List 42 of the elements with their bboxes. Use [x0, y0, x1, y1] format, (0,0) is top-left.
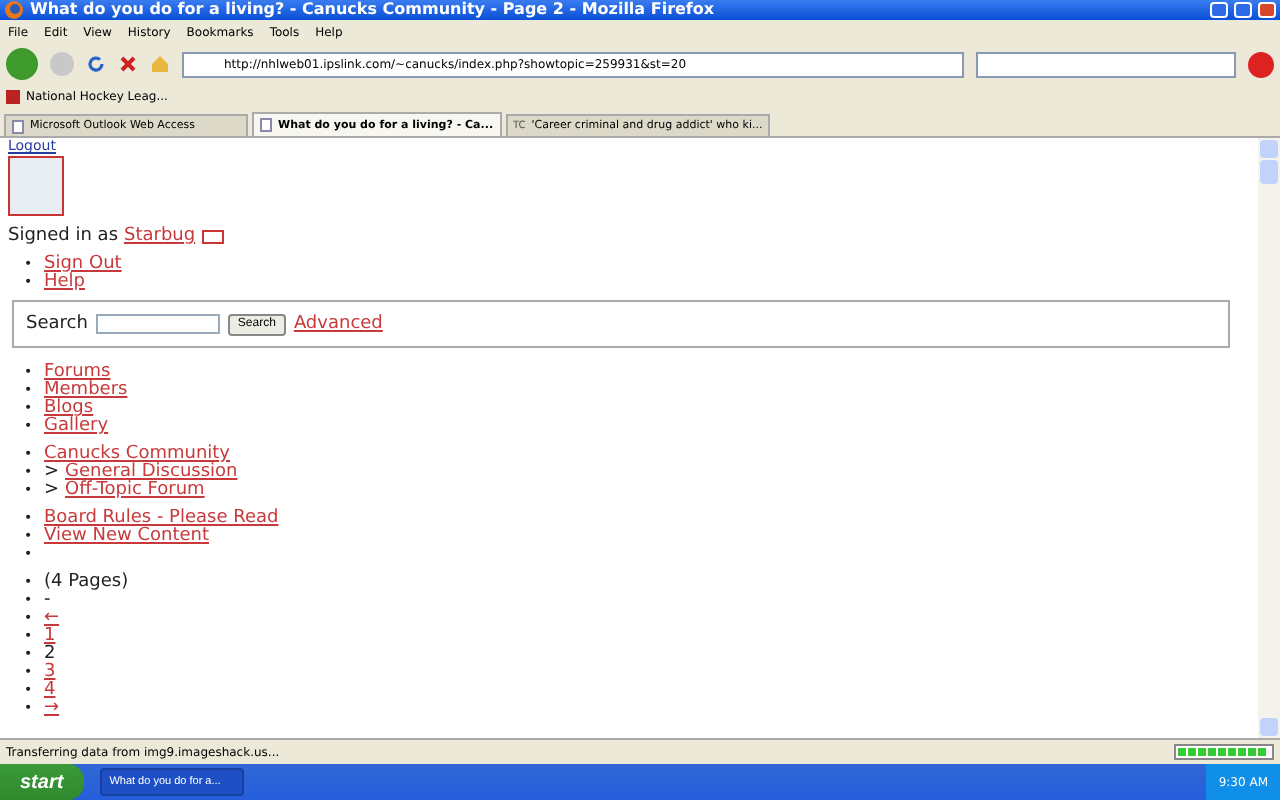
bookmark-icon — [6, 90, 20, 104]
back-button[interactable] — [6, 48, 38, 80]
nav-link[interactable]: View New Content — [44, 528, 210, 546]
breadcrumb-separator: > — [44, 464, 60, 482]
pagination-text: 2 — [44, 646, 56, 664]
firefox-icon — [4, 0, 24, 20]
close-button[interactable] — [1258, 2, 1276, 18]
nav-link[interactable]: Forums — [44, 364, 111, 382]
nav-link[interactable]: Canucks Community — [44, 446, 231, 464]
nav-link[interactable]: ← — [44, 610, 60, 628]
advanced-link[interactable]: Advanced — [293, 315, 383, 333]
mail-icon[interactable] — [201, 230, 224, 244]
stop-icon[interactable] — [118, 54, 138, 74]
nav-link[interactable]: Blogs — [44, 400, 94, 418]
search-input[interactable] — [95, 314, 220, 334]
signed-in-text: Signed in as — [8, 228, 119, 246]
search-field[interactable] — [976, 51, 1236, 77]
user-link[interactable]: Sign Out — [44, 256, 122, 274]
reload-icon[interactable] — [86, 54, 106, 74]
nav-link[interactable]: Off-Topic Forum — [65, 482, 205, 500]
maximize-button[interactable] — [1234, 2, 1252, 18]
pagination-text: - — [44, 592, 51, 610]
avatar-placeholder — [8, 156, 64, 216]
search-label: Search — [26, 315, 88, 333]
breadcrumb-separator: > — [44, 482, 60, 500]
nav-link[interactable]: Members — [44, 382, 128, 400]
window-title: What do you do for a living? - Canucks Community - Page 2 - Mozilla Firefox — [30, 0, 717, 20]
nav-link[interactable]: 1 — [44, 628, 56, 646]
nav-link[interactable]: 4 — [44, 682, 56, 700]
page-icon — [260, 118, 272, 132]
start-button[interactable]: start — [0, 764, 84, 800]
user-link[interactable]: Help — [44, 274, 86, 292]
nav-link[interactable]: → — [44, 700, 60, 718]
scrollbar[interactable] — [1258, 138, 1280, 738]
minimize-button[interactable] — [1210, 2, 1228, 18]
nav-link[interactable]: Gallery — [44, 418, 109, 436]
page-icon — [12, 119, 24, 133]
username-link[interactable]: Starbug — [124, 228, 196, 246]
nav-link[interactable]: General Discussion — [65, 464, 238, 482]
nav-link[interactable]: Board Rules - Please Read — [44, 510, 279, 528]
nav-link[interactable]: 3 — [44, 664, 56, 682]
pagination-text: (4 Pages) — [44, 574, 129, 592]
